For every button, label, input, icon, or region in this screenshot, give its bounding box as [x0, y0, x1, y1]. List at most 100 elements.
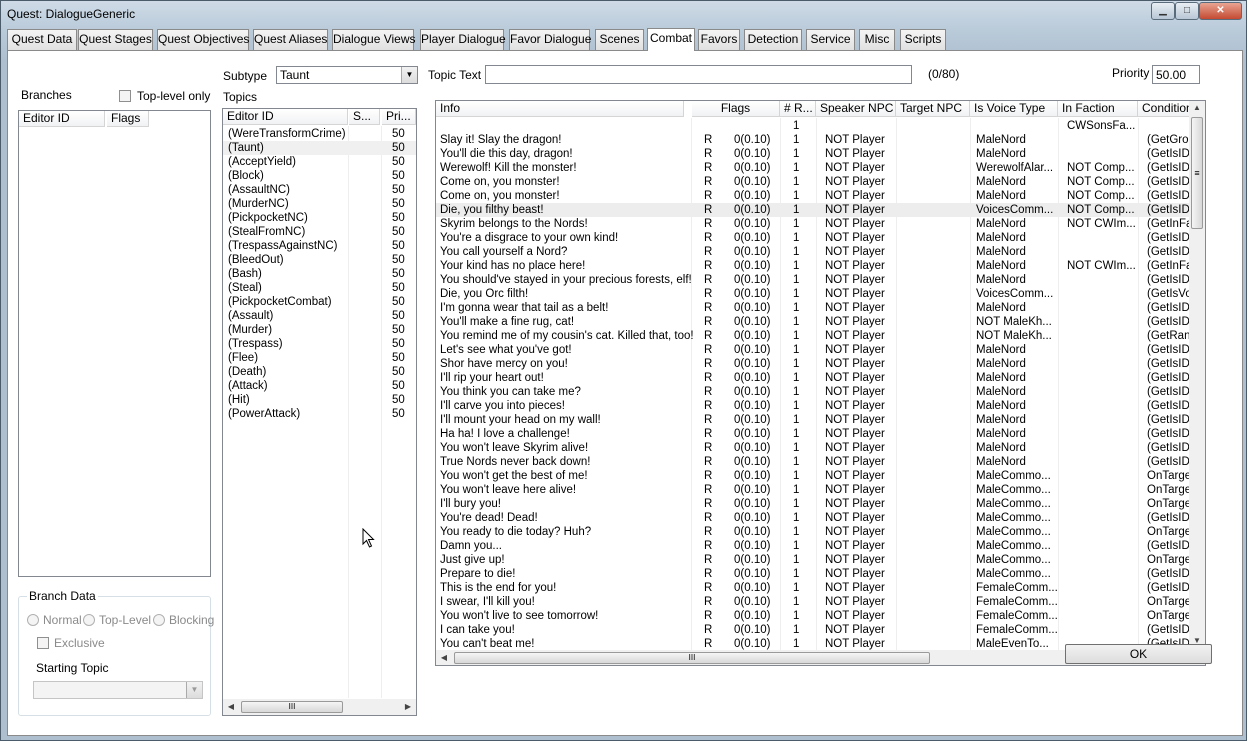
- info-row[interactable]: You won't leave Skyrim alive! R 0(0.10) 1 NO…: [436, 441, 1196, 455]
- info-row[interactable]: You won't get the best of me! R 0(0.10) 1 NO…: [436, 469, 1196, 483]
- info-col-voice-type[interactable]: Is Voice Type: [970, 101, 1058, 117]
- topics-list[interactable]: Editor ID S... Pri... (WereTransformCrim…: [222, 108, 417, 716]
- info-row[interactable]: You remind me of my cousin's cat. Killed…: [436, 329, 1197, 343]
- topic-row[interactable]: (Hit) 50: [223, 393, 416, 407]
- topic-row[interactable]: (Trespass) 50: [223, 337, 416, 351]
- info-col-condition[interactable]: Condition: [1138, 101, 1194, 117]
- info-row[interactable]: You should've stayed in your precious fo…: [436, 273, 1196, 287]
- info-row[interactable]: You call yourself a Nord? R 0(0.10) 1 NOT Pl…: [436, 245, 1196, 259]
- blocking-radio[interactable]: [153, 614, 165, 626]
- topic-row[interactable]: (AcceptYield) 50: [223, 155, 416, 169]
- subtype-select[interactable]: Taunt ▼: [276, 66, 418, 84]
- scroll-left-icon[interactable]: ◀: [223, 702, 239, 711]
- topic-row[interactable]: (Block) 50: [223, 169, 416, 183]
- info-row[interactable]: I can take you! R 0(0.10) 1 NOT Player Female…: [436, 623, 1196, 637]
- topic-row[interactable]: (Steal) 50: [223, 281, 416, 295]
- toplevel-only-checkbox[interactable]: [119, 90, 131, 102]
- info-row[interactable]: This is the end for you! R 0(0.10) 1 NOT Pla…: [436, 581, 1196, 595]
- info-row[interactable]: Slay it! Slay the dragon! R 0(0.10) 1 NOT Pl…: [436, 133, 1196, 147]
- topic-row[interactable]: (PickpocketNC) 50: [223, 211, 416, 225]
- info-col-info[interactable]: Info: [436, 101, 684, 117]
- priority-input[interactable]: [1152, 65, 1200, 84]
- topic-row[interactable]: (Attack) 50: [223, 379, 416, 393]
- tab-misc[interactable]: Misc: [859, 29, 895, 50]
- topic-row[interactable]: (TrespassAgainstNC) 50: [223, 239, 416, 253]
- info-row[interactable]: Shor have mercy on you! R 0(0.10) 1 NOT Play…: [436, 357, 1196, 371]
- close-button[interactable]: ✕: [1199, 2, 1242, 20]
- info-col-count[interactable]: # R...: [780, 101, 816, 117]
- topics-hscroll-thumb[interactable]: III: [241, 701, 343, 713]
- topic-row[interactable]: (Murder) 50: [223, 323, 416, 337]
- normal-radio[interactable]: [27, 614, 39, 626]
- tab-quest-aliases[interactable]: Quest Aliases: [253, 29, 328, 50]
- tab-scripts[interactable]: Scripts: [900, 29, 946, 50]
- info-hscroll-thumb[interactable]: III: [454, 652, 930, 664]
- info-row[interactable]: Your kind has no place here! R 0(0.10) 1 NOT…: [436, 259, 1196, 273]
- info-row[interactable]: You ready to die today? Huh? R 0(0.10) 1 NOT…: [436, 525, 1196, 539]
- info-vscrollbar[interactable]: ▲ ≡ ▼: [1189, 101, 1205, 650]
- topic-row[interactable]: (Flee) 50: [223, 351, 416, 365]
- info-row[interactable]: Just give up! R 0(0.10) 1 NOT Player MaleComm…: [436, 553, 1196, 567]
- info-row[interactable]: You're a disgrace to your own kind! R 0(0.…: [436, 231, 1196, 245]
- topic-row[interactable]: (BleedOut) 50: [223, 253, 416, 267]
- info-row[interactable]: Werewolf! Kill the monster! R 0(0.10) 1 NOT …: [436, 161, 1196, 175]
- info-grid[interactable]: Info Flags # R... Speaker NPC Target NPC…: [435, 100, 1206, 666]
- topic-row[interactable]: (PickpocketCombat) 50: [223, 295, 416, 309]
- info-row[interactable]: True Nords never back down! R 0(0.10) 1 NOT …: [436, 455, 1196, 469]
- scroll-right-icon[interactable]: ▶: [400, 702, 416, 711]
- topic-row[interactable]: (Death) 50: [223, 365, 416, 379]
- topics-hscrollbar[interactable]: ◀ III ▶: [223, 699, 416, 715]
- info-col-faction[interactable]: In Faction: [1058, 101, 1138, 117]
- tab-player-dialogue[interactable]: Player Dialogue: [420, 29, 506, 50]
- info-row[interactable]: You're dead! Dead! R 0(0.10) 1 NOT Player Mal…: [436, 511, 1196, 525]
- exclusive-checkbox[interactable]: [37, 637, 49, 649]
- info-row[interactable]: I'll rip your heart out! R 0(0.10) 1 NOT Pla…: [436, 371, 1196, 385]
- tab-quest-data[interactable]: Quest Data: [7, 29, 77, 50]
- info-row[interactable]: You think you can take me? R 0(0.10) 1 NOT P…: [436, 385, 1196, 399]
- topic-text-input[interactable]: [485, 65, 912, 84]
- info-row[interactable]: I'll bury you! R 0(0.10) 1 NOT Player MaleCom…: [436, 497, 1196, 511]
- topic-row[interactable]: (Assault) 50: [223, 309, 416, 323]
- topic-row[interactable]: (Bash) 50: [223, 267, 416, 281]
- info-row[interactable]: Ha ha! I love a challenge! R 0(0.10) 1 NOT P…: [436, 427, 1196, 441]
- branches-list[interactable]: Editor ID Flags: [18, 110, 211, 577]
- info-row[interactable]: Come on, you monster! R 0(0.10) 1 NOT Player…: [436, 189, 1196, 203]
- info-row[interactable]: You'll make a fine rug, cat! R 0(0.10) 1 NOT…: [436, 315, 1196, 329]
- topic-row[interactable]: (AssaultNC) 50: [223, 183, 416, 197]
- info-row[interactable]: I'll carve you into pieces! R 0(0.10) 1 NOT …: [436, 399, 1196, 413]
- info-row[interactable]: I'll mount your head on my wall! R 0(0.10)…: [436, 413, 1196, 427]
- info-col-speaker-npc[interactable]: Speaker NPC: [816, 101, 896, 117]
- info-row[interactable]: You won't live to see tomorrow! R 0(0.10) 1…: [436, 609, 1196, 623]
- info-col-target-npc[interactable]: Target NPC: [896, 101, 970, 117]
- info-row[interactable]: I'm gonna wear that tail as a belt! R 0(0.…: [436, 301, 1196, 315]
- branches-col-flags[interactable]: Flags: [107, 111, 149, 127]
- info-row[interactable]: Die, you filthy beast! R 0(0.10) 1 NOT Playe…: [436, 203, 1196, 217]
- tab-quest-stages[interactable]: Quest Stages: [78, 29, 153, 50]
- topic-row[interactable]: (Taunt) 50: [223, 141, 416, 155]
- tab-scenes[interactable]: Scenes: [595, 29, 644, 50]
- info-row[interactable]: Damn you... R 0(0.10) 1 NOT Player MaleCommo.…: [436, 539, 1196, 553]
- info-row[interactable]: Prepare to die! R 0(0.10) 1 NOT Player MaleCo…: [436, 567, 1196, 581]
- topics-col-s[interactable]: S...: [349, 109, 380, 125]
- info-row[interactable]: 1 CWSonsFa...: [436, 119, 1196, 133]
- topic-row[interactable]: (MurderNC) 50: [223, 197, 416, 211]
- tab-favors[interactable]: Favors: [698, 29, 740, 50]
- tab-service[interactable]: Service: [806, 29, 855, 50]
- info-row[interactable]: You'll die this day, dragon! R 0(0.10) 1 NOT…: [436, 147, 1196, 161]
- info-row[interactable]: Come on, you monster! R 0(0.10) 1 NOT Player…: [436, 175, 1196, 189]
- starting-topic-select[interactable]: ▼: [33, 681, 203, 699]
- info-col-flags[interactable]: Flags: [692, 101, 780, 117]
- info-row[interactable]: Skyrim belongs to the Nords! R 0(0.10) 1 NOT…: [436, 217, 1196, 231]
- tab-favor-dialogue[interactable]: Favor Dialogue: [509, 29, 591, 50]
- topic-row[interactable]: (WereTransformCrime) 50: [223, 127, 416, 141]
- info-row[interactable]: Let's see what you've got! R 0(0.10) 1 NOT P…: [436, 343, 1196, 357]
- scroll-left-icon[interactable]: ◀: [436, 653, 452, 662]
- info-vscroll-thumb[interactable]: ≡: [1191, 117, 1203, 229]
- topics-col-editor-id[interactable]: Editor ID: [223, 109, 348, 125]
- info-row[interactable]: You won't leave here alive! R 0(0.10) 1 NOT …: [436, 483, 1196, 497]
- tab-combat[interactable]: Combat: [647, 28, 695, 51]
- tab-dialogue-views[interactable]: Dialogue Views: [332, 29, 416, 50]
- topics-col-priority[interactable]: Pri...: [382, 109, 416, 125]
- info-row[interactable]: Die, you Orc filth! R 0(0.10) 1 NOT Player Vo…: [436, 287, 1196, 301]
- maximize-button[interactable]: □: [1175, 2, 1199, 20]
